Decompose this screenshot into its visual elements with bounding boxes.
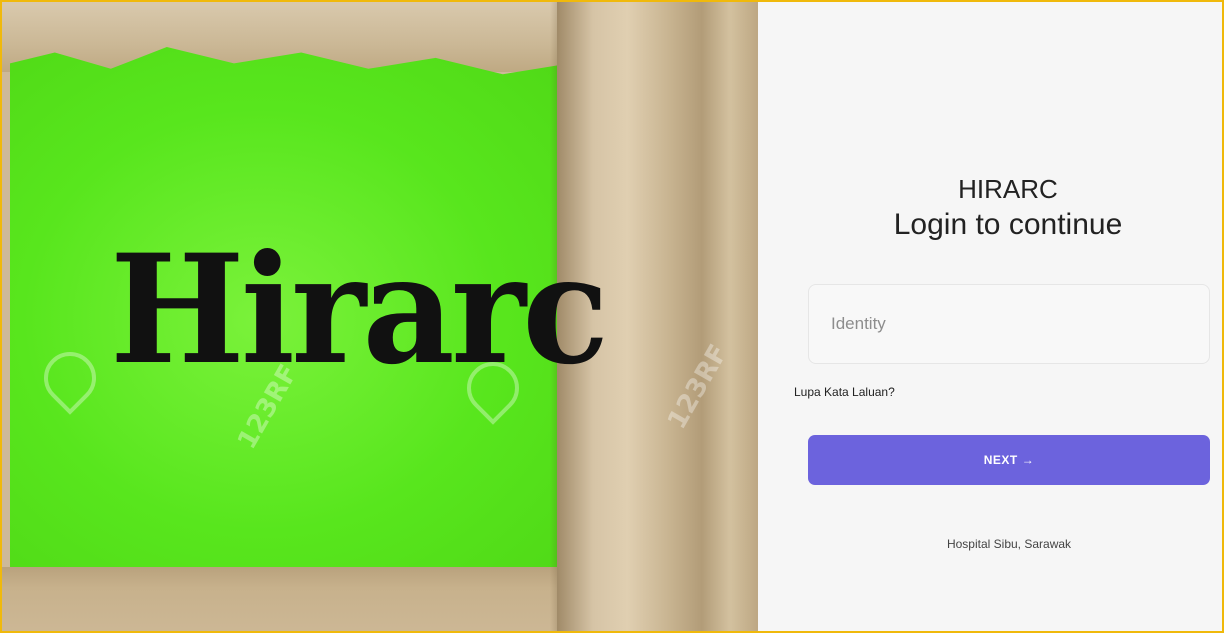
login-heading: HIRARC Login to continue — [758, 172, 1222, 244]
app-name: HIRARC — [958, 174, 1058, 204]
app-frame: Hirarc 123RF 123RF HIRARC Login to conti… — [0, 0, 1224, 633]
login-panel: HIRARC Login to continue Lupa Kata Lalua… — [758, 2, 1222, 631]
footer-text: Hospital Sibu, Sarawak — [946, 537, 1072, 551]
next-button[interactable]: NEXT → — [808, 435, 1210, 485]
identity-input[interactable] — [808, 284, 1210, 364]
hero-word: Hirarc — [110, 222, 609, 398]
login-subtitle: Login to continue — [893, 208, 1123, 241]
forgot-password-link[interactable]: Lupa Kata Laluan? — [794, 385, 895, 399]
hero-image: Hirarc 123RF 123RF — [2, 2, 758, 631]
arrow-right-icon: → — [1021, 453, 1035, 467]
next-button-label: NEXT — [983, 453, 1018, 467]
